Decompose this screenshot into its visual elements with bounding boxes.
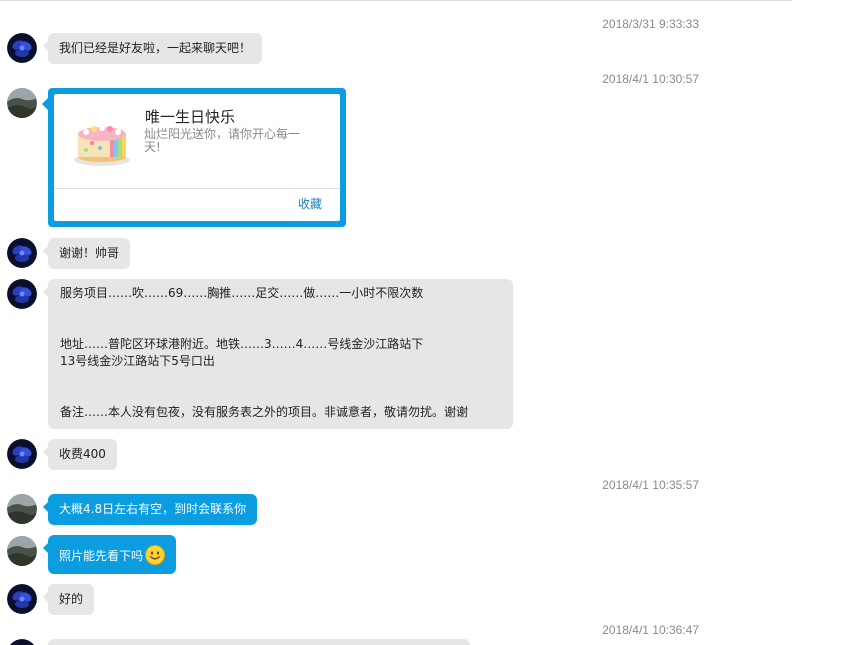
message-bubble[interactable]: 大概4.8日左右有空，到时会联系你 — [42, 494, 258, 525]
message-line: 地址……普陀区环球港附近。地铁……3……4……号线金沙江路站下 — [60, 337, 424, 351]
contact-avatar[interactable] — [7, 584, 37, 614]
message-bubble[interactable]: 谢谢！帅哥 — [42, 238, 131, 269]
message-text: 好的 — [59, 592, 84, 606]
contact-avatar[interactable] — [7, 238, 37, 268]
message-timestamp: 2018/4/1 10:35:57 — [602, 478, 699, 492]
message-line: 服务项目……吹……69……胸推……足交……做……一小时不限次数 — [60, 286, 424, 300]
message-bubble[interactable]: 收费400 — [43, 439, 117, 470]
favorite-link[interactable]: 收藏 — [298, 195, 322, 212]
contact-avatar[interactable] — [7, 439, 37, 469]
message-bubble[interactable]: 服务项目……吹……69……胸推……足交……做……一小时不限次数 地址……普陀区环… — [43, 279, 513, 429]
message-text: 照片能先看下吗 — [59, 549, 144, 563]
message-bubble[interactable]: 好的 — [42, 584, 95, 615]
message-timestamp: 2018/4/1 10:30:57 — [602, 72, 699, 86]
message-text: 谢谢！帅哥 — [59, 246, 120, 260]
top-divider — [0, 0, 792, 1]
card-divider — [54, 188, 340, 189]
contact-avatar[interactable] — [7, 33, 37, 63]
message-text: 大概4.8日左右有空，到时会联系你 — [59, 502, 247, 516]
card-title: 唯一生日快乐 — [145, 108, 236, 126]
message-bubble[interactable] — [48, 639, 470, 645]
gift-card-body: 唯一生日快乐 灿烂阳光送你，请你开心每一天! 收藏 — [54, 94, 340, 221]
gift-card-message[interactable]: 唯一生日快乐 灿烂阳光送你，请你开心每一天! 收藏 — [42, 88, 346, 227]
self-avatar[interactable] — [7, 494, 37, 524]
self-avatar[interactable] — [7, 536, 37, 566]
message-line: 13号线金沙江路站下5号口出 — [60, 354, 215, 368]
message-line: 备注……本人没有包夜，没有服务表之外的项目。非诚意者，敬请勿扰。谢谢 — [60, 405, 469, 419]
message-bubble[interactable]: 照片能先看下吗 — [42, 535, 177, 574]
message-text: 收费400 — [59, 447, 106, 461]
card-description: 灿烂阳光送你，请你开心每一天! — [144, 127, 301, 154]
contact-avatar[interactable] — [7, 279, 37, 309]
smile-emoji-icon — [145, 545, 166, 565]
contact-avatar[interactable] — [7, 639, 37, 645]
self-avatar[interactable] — [7, 88, 37, 118]
birthday-cake-icon — [72, 110, 132, 170]
chat-history: 2018/3/31 9:33:33 我们已经是好友啦，一起来聊天吧！ 2018/… — [0, 0, 864, 645]
message-bubble[interactable]: 我们已经是好友啦，一起来聊天吧！ — [42, 33, 263, 64]
message-timestamp: 2018/3/31 9:33:33 — [602, 17, 699, 31]
message-timestamp: 2018/4/1 10:36:47 — [602, 623, 699, 637]
message-text: 我们已经是好友啦，一起来聊天吧！ — [59, 41, 252, 55]
